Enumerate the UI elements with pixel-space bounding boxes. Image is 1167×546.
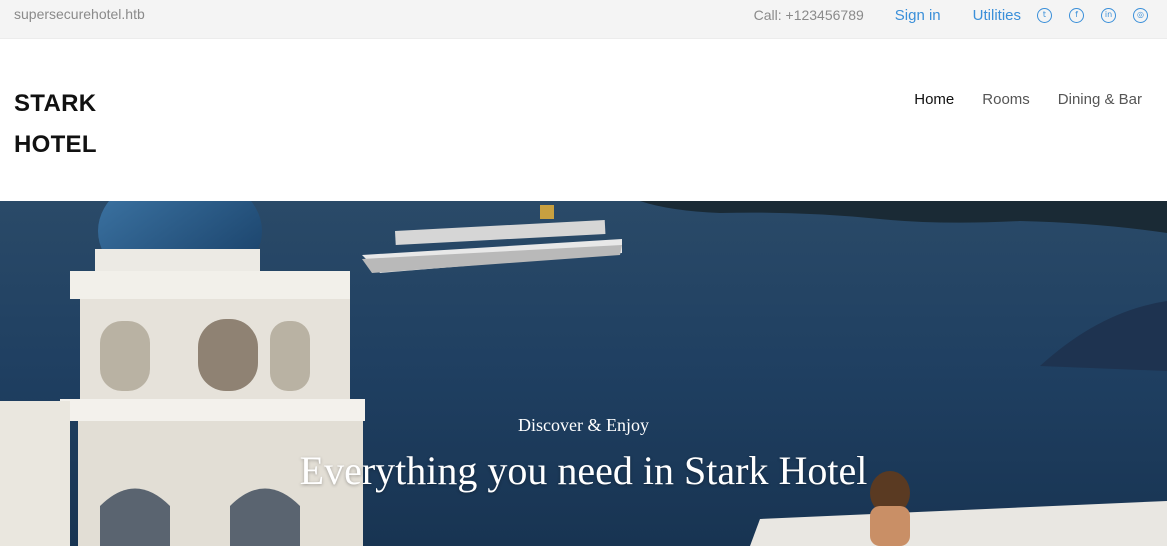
dribbble-icon[interactable]: ◎ (1133, 7, 1148, 23)
sign-in-link[interactable]: Sign in (895, 7, 941, 24)
logo-line-2: HOTEL (14, 131, 97, 158)
hero-image (0, 201, 1167, 546)
linkedin-icon[interactable]: in (1101, 7, 1116, 23)
top-bar-right: Call: +123456789 Sign in Utilities t f i… (754, 0, 1148, 30)
social-links: t f in ◎ (1037, 7, 1148, 23)
site-logo[interactable]: STARK HOTEL (14, 83, 124, 165)
nav-item-home[interactable]: Home (914, 91, 954, 108)
call-number: Call: +123456789 (753, 7, 864, 23)
site-domain: supersecurehotel.htb (14, 6, 145, 22)
nav-item-rooms[interactable]: Rooms (982, 91, 1030, 108)
logo-line-1: STARK (14, 90, 97, 117)
hero-title: Everything you need in Stark Hotel (299, 448, 868, 493)
site-header: STARK HOTEL Home Rooms Dining & Bar (0, 39, 1167, 201)
utilities-link[interactable]: Utilities (973, 7, 1021, 24)
twitter-icon[interactable]: t (1037, 7, 1052, 23)
top-bar: supersecurehotel.htb Call: +123456789 Si… (0, 0, 1167, 39)
facebook-icon[interactable]: f (1069, 7, 1084, 23)
hero-banner: Discover & Enjoy Everything you need in … (0, 201, 1167, 546)
main-nav: Home Rooms Dining & Bar (886, 91, 1142, 108)
nav-item-dining-bar[interactable]: Dining & Bar (1058, 91, 1142, 108)
hero-subtitle: Discover & Enjoy (518, 415, 649, 435)
